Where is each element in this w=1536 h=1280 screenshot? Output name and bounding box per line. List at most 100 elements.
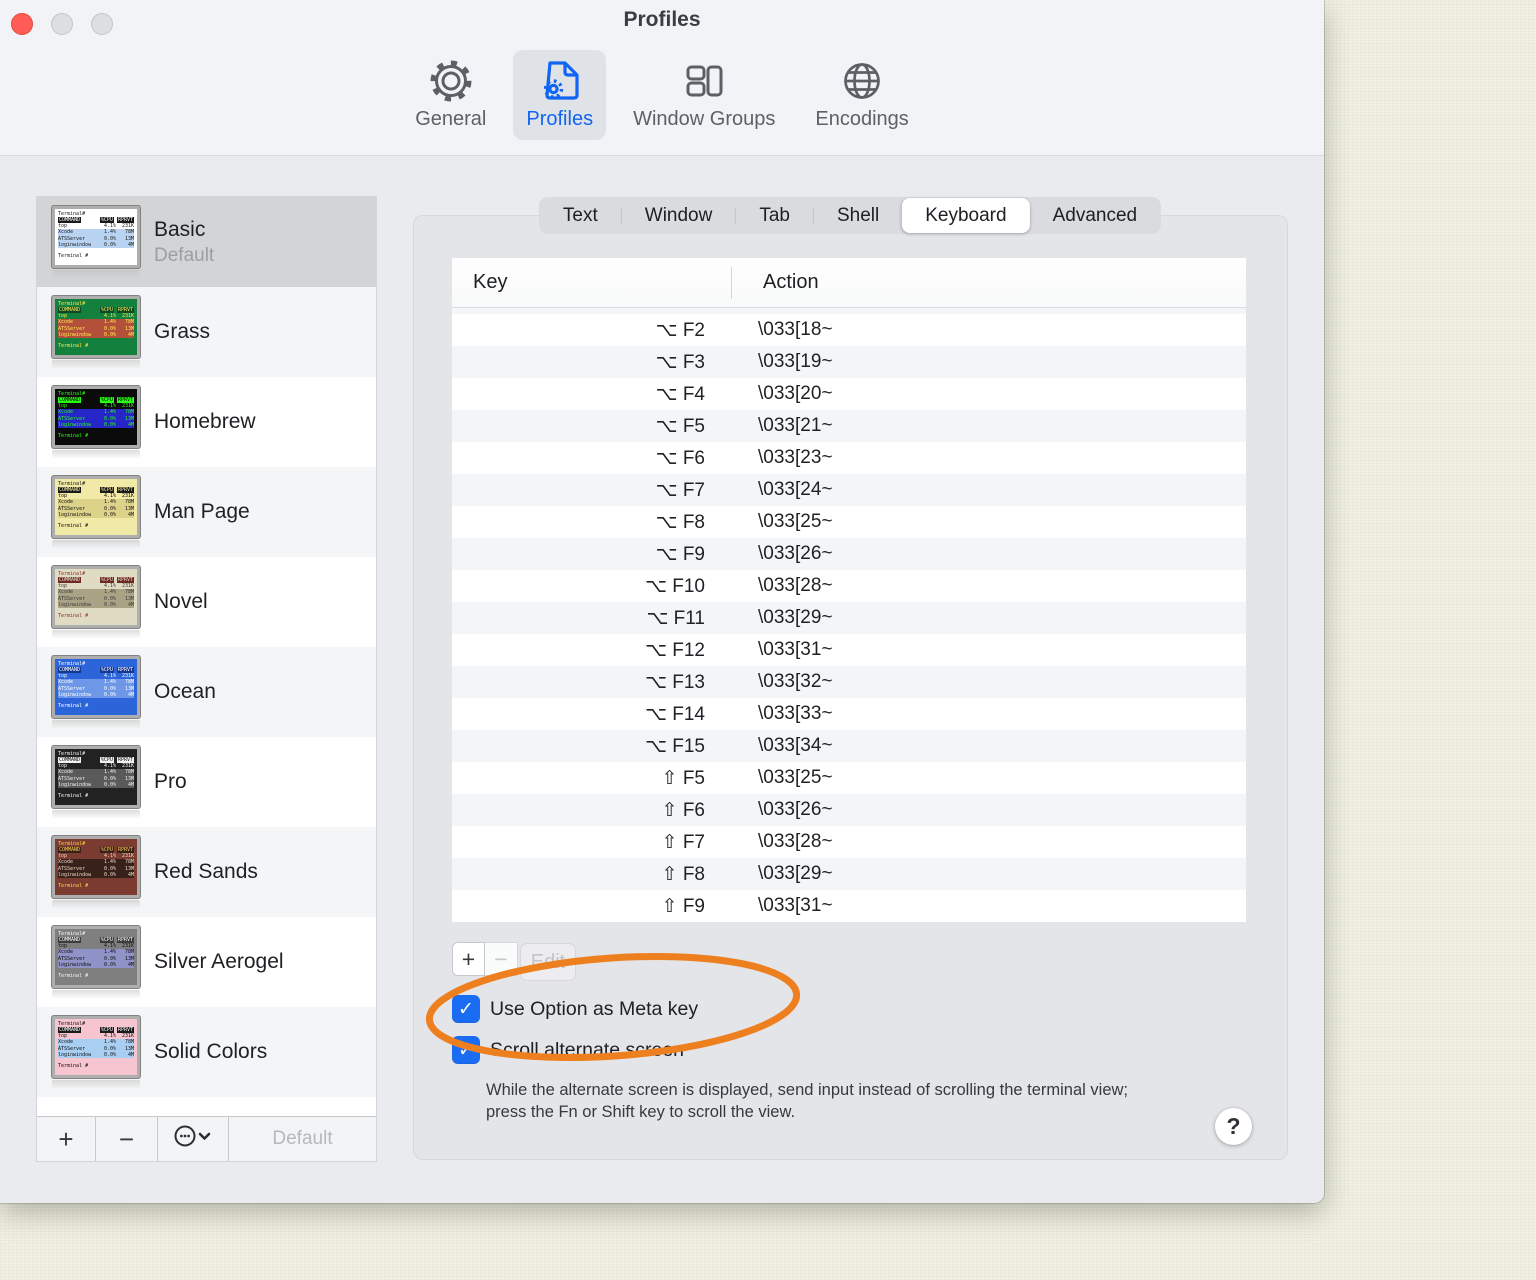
action-cell: \033[26~ bbox=[758, 799, 833, 820]
profile-row-red-sands[interactable]: Terminal# COMMAND %CPU RPRVT top 4.1% 231K Xc… bbox=[37, 827, 376, 917]
desktop: Profiles General Profiles Window Groups … bbox=[0, 0, 1536, 1280]
action-cell: \033[31~ bbox=[758, 895, 833, 916]
add-mapping-button[interactable]: + bbox=[452, 942, 485, 976]
table-row[interactable]: ⌥ F10 \033[28~ bbox=[452, 570, 1246, 602]
table-row[interactable]: ⌥ F4 \033[20~ bbox=[452, 378, 1246, 410]
tab-tab[interactable]: Tab bbox=[736, 198, 813, 233]
toolbar-item-label: General bbox=[415, 108, 487, 130]
tab-window[interactable]: Window bbox=[622, 198, 736, 233]
toolbar-item-window-groups[interactable]: Window Groups bbox=[620, 50, 788, 140]
add-profile-button[interactable]: + bbox=[37, 1117, 96, 1161]
profile-thumbnail: Terminal# COMMAND %CPU RPRVT top 4.1% 231K Xc… bbox=[52, 295, 140, 369]
key-cell: ⌥ F5 bbox=[655, 415, 705, 437]
key-cell: ⌥ F14 bbox=[645, 703, 705, 725]
table-header: Key Action bbox=[452, 258, 1246, 308]
table-row[interactable]: ⇧ F8 \033[29~ bbox=[452, 858, 1246, 890]
action-cell: \033[29~ bbox=[758, 607, 833, 628]
table-row[interactable]: ⌥ F6 \033[23~ bbox=[452, 442, 1246, 474]
key-cell: ⌥ F11 bbox=[646, 607, 705, 629]
checkbox-scroll-alternate-screen[interactable]: ✓ bbox=[452, 1036, 480, 1064]
tab-shell[interactable]: Shell bbox=[814, 198, 902, 233]
table-row[interactable]: ⌥ F11 \033[29~ bbox=[452, 602, 1246, 634]
profile-row-basic[interactable]: Terminal# COMMAND %CPU RPRVT top 4.1% 231K Xc… bbox=[37, 197, 376, 287]
table-row[interactable]: ⇧ F5 \033[25~ bbox=[452, 762, 1246, 794]
table-row[interactable]: ⌥ F15 \033[34~ bbox=[452, 730, 1246, 762]
table-row[interactable]: ⌥ F12 \033[31~ bbox=[452, 634, 1246, 666]
profile-actions-menu-button[interactable] bbox=[158, 1117, 229, 1161]
key-cell: ⌥ F10 bbox=[645, 575, 705, 597]
toolbar-item-label: Profiles bbox=[526, 108, 594, 130]
toolbar-item-encodings[interactable]: Encodings bbox=[802, 50, 921, 140]
profile-thumbnail: Terminal# COMMAND %CPU RPRVT top 4.1% 231K Xc… bbox=[52, 655, 140, 729]
mapping-actions: + − Edit bbox=[452, 942, 576, 981]
profile-row-man-page[interactable]: Terminal# COMMAND %CPU RPRVT top 4.1% 231K Xc… bbox=[37, 467, 376, 557]
key-cell: ⌥ F12 bbox=[645, 639, 705, 661]
checkbox-row-scroll-alternate-screen: ✓ Scroll alternate screen bbox=[452, 1036, 684, 1064]
edit-mapping-button[interactable]: Edit bbox=[520, 943, 576, 981]
action-cell: \033[28~ bbox=[758, 831, 833, 852]
profile-name: Novel bbox=[154, 590, 208, 613]
profile-row-pro[interactable]: Terminal# COMMAND %CPU RPRVT top 4.1% 231K Xc… bbox=[37, 737, 376, 827]
toolbar-item-general[interactable]: General bbox=[402, 50, 499, 140]
profile-row-grass[interactable]: Terminal# COMMAND %CPU RPRVT top 4.1% 231K Xc… bbox=[37, 287, 376, 377]
key-cell: ⌥ F3 bbox=[655, 351, 705, 373]
profile-row-ocean[interactable]: Terminal# COMMAND %CPU RPRVT top 4.1% 231K Xc… bbox=[37, 647, 376, 737]
checkbox-label[interactable]: Scroll alternate screen bbox=[490, 1039, 684, 1062]
action-cell: \033[20~ bbox=[758, 383, 833, 404]
key-mappings-table: Key Action ⌥ F2 \033[18~ ⌥ F3 \033[19~ ⌥ F4 \… bbox=[452, 258, 1246, 922]
key-cell: ⌥ F7 bbox=[655, 479, 705, 501]
toolbar-item-profiles[interactable]: Profiles bbox=[513, 50, 607, 140]
checkbox-use-option-as-meta-key[interactable]: ✓ bbox=[452, 995, 480, 1023]
table-row[interactable]: ⇧ F9 \033[31~ bbox=[452, 890, 1246, 922]
table-row[interactable]: ⌥ F2 \033[18~ bbox=[452, 314, 1246, 346]
profile-name: Homebrew bbox=[154, 410, 256, 433]
profile-tabs: Text Window Tab Shell Keyboard Advanced bbox=[538, 197, 1162, 234]
profile-thumbnail: Terminal# COMMAND %CPU RPRVT top 4.1% 231K Xc… bbox=[52, 925, 140, 999]
default-button[interactable]: Default bbox=[229, 1117, 376, 1161]
remove-mapping-button[interactable]: − bbox=[485, 942, 518, 976]
scroll-alternate-help-text: While the alternate screen is displayed,… bbox=[486, 1081, 1129, 1121]
preferences-window: Profiles General Profiles Window Groups … bbox=[0, 0, 1324, 1203]
action-cell: \033[21~ bbox=[758, 415, 833, 436]
question-mark-icon: ? bbox=[1226, 1113, 1241, 1139]
table-row[interactable]: ⌥ F13 \033[32~ bbox=[452, 666, 1246, 698]
action-cell: \033[31~ bbox=[758, 639, 833, 660]
table-row[interactable]: ⌥ F5 \033[21~ bbox=[452, 410, 1246, 442]
table-row[interactable]: ⌥ F7 \033[24~ bbox=[452, 474, 1246, 506]
column-header-action[interactable]: Action bbox=[763, 271, 819, 294]
profile-name: Basic bbox=[154, 217, 206, 241]
key-cell: ⇧ F8 bbox=[661, 863, 705, 885]
action-cell: \033[24~ bbox=[758, 479, 833, 500]
remove-profile-button[interactable]: − bbox=[96, 1117, 158, 1161]
column-header-key[interactable]: Key bbox=[452, 271, 507, 294]
table-row[interactable]: ⌥ F8 \033[25~ bbox=[452, 506, 1246, 538]
sidebar-button-bar: + − Default bbox=[37, 1116, 376, 1161]
action-cell: \033[32~ bbox=[758, 671, 833, 692]
profile-row-homebrew[interactable]: Terminal# COMMAND %CPU RPRVT top 4.1% 231K Xc… bbox=[37, 377, 376, 467]
table-row[interactable]: ⇧ F6 \033[26~ bbox=[452, 794, 1246, 826]
tab-text[interactable]: Text bbox=[540, 198, 621, 233]
help-button[interactable]: ? bbox=[1215, 1108, 1252, 1145]
globe-icon bbox=[837, 55, 887, 107]
profile-thumbnail: Terminal# COMMAND %CPU RPRVT top 4.1% 231K Xc… bbox=[52, 1015, 140, 1089]
profile-row-solid-colors[interactable]: Terminal# COMMAND %CPU RPRVT top 4.1% 231K Xc… bbox=[37, 1007, 376, 1097]
window-title: Profiles bbox=[623, 8, 701, 31]
tab-advanced[interactable]: Advanced bbox=[1030, 198, 1161, 233]
toolbar: General Profiles Window Groups Encodings bbox=[0, 50, 1324, 140]
profile-thumbnail: Terminal# COMMAND %CPU RPRVT top 4.1% 231K Xc… bbox=[52, 205, 140, 279]
key-cell: ⌥ F4 bbox=[655, 383, 705, 405]
action-cell: \033[18~ bbox=[758, 319, 833, 340]
profile-name: Ocean bbox=[154, 680, 216, 703]
profile-row-novel[interactable]: Terminal# COMMAND %CPU RPRVT top 4.1% 231K Xc… bbox=[37, 557, 376, 647]
table-row[interactable]: ⌥ F9 \033[26~ bbox=[452, 538, 1246, 570]
table-row[interactable]: ⇧ F7 \033[28~ bbox=[452, 826, 1246, 858]
profile-row-silver-aerogel[interactable]: Terminal# COMMAND %CPU RPRVT top 4.1% 231K Xc… bbox=[37, 917, 376, 1007]
table-row[interactable]: ⌥ F14 \033[33~ bbox=[452, 698, 1246, 730]
checkbox-label[interactable]: Use Option as Meta key bbox=[490, 998, 698, 1021]
tab-keyboard[interactable]: Keyboard bbox=[902, 198, 1030, 233]
table-row[interactable]: ⌥ F3 \033[19~ bbox=[452, 346, 1246, 378]
profile-name: Man Page bbox=[154, 500, 250, 523]
key-cell: ⌥ F2 bbox=[655, 319, 705, 341]
column-divider[interactable] bbox=[731, 267, 732, 299]
profile-thumbnail: Terminal# COMMAND %CPU RPRVT top 4.1% 231K Xc… bbox=[52, 745, 140, 819]
